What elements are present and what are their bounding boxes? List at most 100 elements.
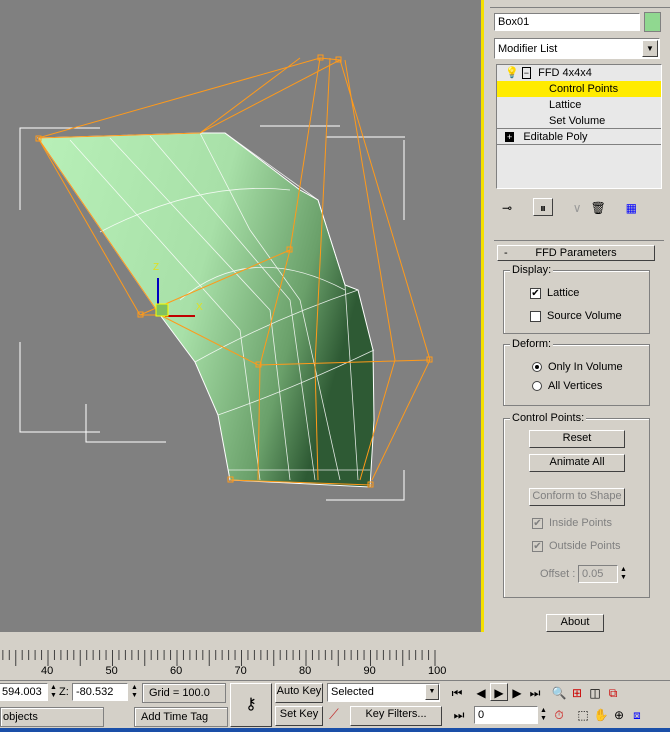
offset-spinner[interactable]: 0.05	[578, 565, 618, 583]
curve-editor-icon[interactable]: ⟋	[329, 706, 339, 723]
ruler-label: 60	[170, 665, 183, 677]
only-in-volume-label: Only In Volume	[548, 361, 623, 373]
spinner-arrows-icon[interactable]: ▲ ▼	[620, 566, 627, 582]
y-coordinate-field[interactable]: 594.003	[0, 683, 48, 701]
gizmo-z-label: Z	[153, 262, 159, 273]
animate-all-button[interactable]: Animate All	[529, 454, 625, 472]
stack-item-control-points[interactable]: Control Points	[497, 81, 661, 97]
key-mode-toggle-icon[interactable]: ⏭	[450, 706, 468, 724]
command-panel-tabs[interactable]	[490, 0, 670, 8]
ruler-label: 90	[363, 665, 376, 677]
next-frame-icon[interactable]: ▶	[508, 684, 526, 702]
outside-points-checkbox[interactable]: ✔ Outside Points	[532, 540, 621, 552]
stack-label: FFD 4x4x4	[538, 67, 592, 79]
time-ruler	[2, 650, 436, 666]
z-label: Z:	[59, 686, 69, 698]
control-points-label: Control Points:	[510, 412, 587, 424]
only-in-volume-radio[interactable]: Only In Volume	[532, 361, 623, 373]
collapse-icon[interactable]: −	[521, 67, 532, 79]
object-color-swatch[interactable]	[644, 12, 661, 32]
viewport[interactable]: Z X	[0, 0, 484, 632]
about-button[interactable]: About	[546, 614, 604, 632]
stack-label: Editable Poly	[523, 131, 588, 143]
all-vertices-label: All Vertices	[548, 380, 603, 392]
modifier-list-label: Modifier List	[498, 43, 558, 55]
viewport-nav-controls: ⏱ ⬚ ✋ ⊕ ⧈	[550, 706, 670, 726]
ffd-parameters-rollout[interactable]: - FFD Parameters	[497, 245, 655, 261]
display-group: Display: ✔ Lattice Source Volume	[503, 264, 650, 334]
current-frame-field[interactable]: 0	[474, 706, 538, 724]
zoom-extents-icon[interactable]: ◫	[586, 684, 604, 702]
spinner-arrows-icon[interactable]: ▲ ▼	[50, 684, 57, 700]
zoom-icon[interactable]: 🔍	[550, 684, 568, 702]
key-selection-dropdown[interactable]: Selected ▼	[327, 683, 440, 702]
deform-group: Deform: Only In Volume All Vertices	[503, 338, 650, 406]
ruler-label: 40	[41, 665, 54, 677]
zoom-all-icon[interactable]: ⊞	[568, 684, 586, 702]
spinner-arrows-icon[interactable]: ▲ ▼	[131, 684, 138, 700]
selection-status: objects	[0, 707, 104, 727]
arc-rotate-icon[interactable]: ⊕	[610, 706, 628, 724]
track-bar[interactable]: 40 50 60 70 80 90 100	[0, 650, 450, 680]
chevron-down-icon[interactable]: ▼	[642, 40, 658, 57]
inside-points-label: Inside Points	[549, 517, 612, 529]
rollout-title: FFD Parameters	[535, 247, 617, 259]
object-name-field[interactable]: Box01	[494, 13, 640, 31]
ruler-label: 50	[105, 665, 118, 677]
make-unique-icon[interactable]: ∨	[568, 199, 586, 217]
conform-to-shape-button[interactable]: Conform to Shape	[529, 488, 625, 506]
taskbar-strip	[0, 728, 670, 732]
key-filters-button[interactable]: Key Filters...	[350, 706, 442, 726]
stack-item-editable-poly[interactable]: + Editable Poly	[497, 129, 661, 145]
go-to-start-icon[interactable]: ⏮	[448, 684, 466, 702]
display-label: Display:	[510, 264, 554, 276]
pin-stack-icon[interactable]: ⊸	[498, 199, 516, 217]
lattice-checkbox[interactable]: ✔ Lattice	[530, 287, 579, 299]
stack-item-ffd[interactable]: 💡 − FFD 4x4x4	[497, 65, 661, 81]
all-vertices-radio[interactable]: All Vertices	[532, 380, 602, 392]
spinner-arrows-icon[interactable]: ▲ ▼	[540, 707, 547, 723]
lattice-label: Lattice	[547, 287, 580, 299]
stack-item-lattice[interactable]: Lattice	[497, 97, 661, 113]
region-zoom-icon[interactable]: ⬚	[574, 706, 592, 724]
reset-button[interactable]: Reset	[529, 430, 625, 448]
set-key-button[interactable]: Set Key	[275, 706, 323, 726]
modifier-stack[interactable]: 💡 − FFD 4x4x4 Control Points Lattice Set…	[496, 64, 662, 189]
source-volume-checkbox[interactable]: Source Volume	[530, 310, 622, 322]
gizmo-x-label: X	[196, 302, 203, 313]
key-icon: ⚷	[245, 696, 257, 713]
rollout-toggle: -	[504, 247, 508, 259]
previous-frame-icon[interactable]: ◀	[472, 684, 490, 702]
ruler-label: 70	[234, 665, 247, 677]
inside-points-checkbox[interactable]: ✔ Inside Points	[532, 517, 612, 529]
ruler-label: 80	[299, 665, 312, 677]
remove-modifier-icon[interactable]: 🗑	[589, 199, 607, 217]
control-points-group: Control Points: Reset Animate All Confor…	[503, 412, 650, 598]
lightbulb-icon[interactable]: 💡	[505, 67, 519, 79]
configure-modifier-sets-icon[interactable]: ▦	[622, 199, 640, 217]
chevron-down-icon[interactable]: ▼	[425, 684, 439, 700]
outside-points-label: Outside Points	[549, 540, 621, 552]
add-time-tag[interactable]: Add Time Tag	[134, 707, 228, 727]
ruler-label: 100	[428, 665, 447, 677]
go-to-end-icon[interactable]: ⏭	[526, 684, 544, 702]
pan-icon[interactable]: ✋	[592, 706, 610, 724]
expand-icon[interactable]: +	[505, 132, 515, 142]
z-coordinate-field[interactable]: -80.532	[72, 683, 128, 701]
selected-value: Selected	[331, 686, 374, 698]
auto-key-button[interactable]: Auto Key	[275, 683, 323, 703]
play-icon[interactable]: ▶	[490, 683, 508, 701]
checkmark-icon[interactable]: ✔	[530, 287, 541, 299]
time-configuration-icon[interactable]: ⏱	[550, 706, 568, 724]
stack-item-set-volume[interactable]: Set Volume	[497, 113, 661, 129]
viewport-scene: Z X	[19, 54, 433, 501]
offset-label: Offset :	[540, 568, 576, 580]
playback-controls: ⏮ ◀ ▶ ▶ ⏭ 🔍 ⊞ ◫ ⧉	[448, 683, 670, 703]
maximize-viewport-icon[interactable]: ⧈	[628, 706, 646, 724]
set-key-mode-button[interactable]: ⚷	[230, 683, 272, 727]
deform-label: Deform:	[510, 338, 554, 350]
modifier-list-dropdown[interactable]: Modifier List ▼	[494, 38, 660, 59]
zoom-extents-all-icon[interactable]: ⧉	[604, 684, 622, 702]
show-end-result-icon[interactable]: ⏸	[533, 198, 554, 216]
grid-display: Grid = 100.0	[142, 683, 226, 703]
